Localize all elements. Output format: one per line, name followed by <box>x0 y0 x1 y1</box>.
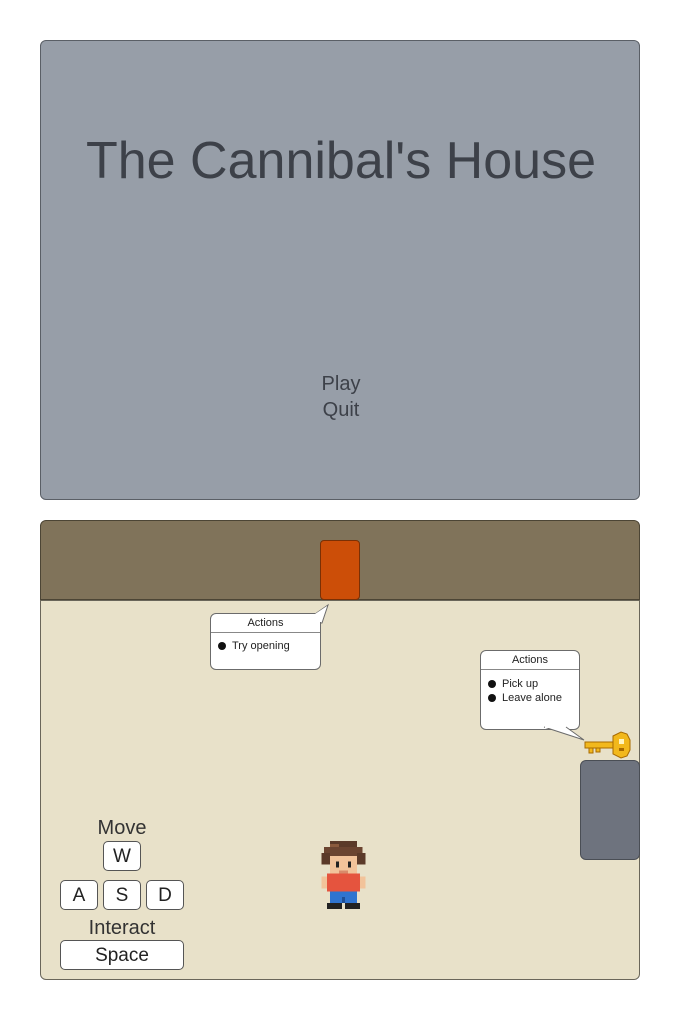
key-d[interactable]: D <box>146 880 184 910</box>
key-popup-title: Actions <box>481 651 579 670</box>
try-opening-label: Try opening <box>232 640 290 652</box>
key-s[interactable]: S <box>103 880 141 910</box>
key-space[interactable]: Space <box>60 940 184 970</box>
bullet-icon <box>488 680 496 688</box>
move-label: Move <box>97 817 147 839</box>
title-screen: The Cannibal's House Play Quit <box>40 40 640 500</box>
door-popup-tail-cover <box>303 606 327 622</box>
quit-button[interactable]: Quit <box>41 399 641 422</box>
key-icon[interactable] <box>583 730 633 760</box>
door[interactable] <box>320 540 360 600</box>
leave-alone-label: Leave alone <box>502 692 562 704</box>
bullet-icon <box>218 642 226 650</box>
player-character-icon <box>321 840 366 910</box>
pick-up-label: Pick up <box>502 678 539 690</box>
try-opening-option[interactable]: Try opening <box>211 639 320 653</box>
leave-alone-option[interactable]: Leave alone <box>481 691 579 705</box>
bullet-icon <box>488 694 496 702</box>
play-button[interactable]: Play <box>41 373 641 396</box>
game-title: The Cannibal's House <box>86 132 596 190</box>
key-actions-popup: Actions Pick up Leave alone <box>480 650 580 730</box>
key-w[interactable]: W <box>103 841 141 871</box>
interact-label: Interact <box>88 917 156 939</box>
cabinet <box>580 760 640 860</box>
key-a[interactable]: A <box>60 880 98 910</box>
pick-up-option[interactable]: Pick up <box>481 677 579 691</box>
